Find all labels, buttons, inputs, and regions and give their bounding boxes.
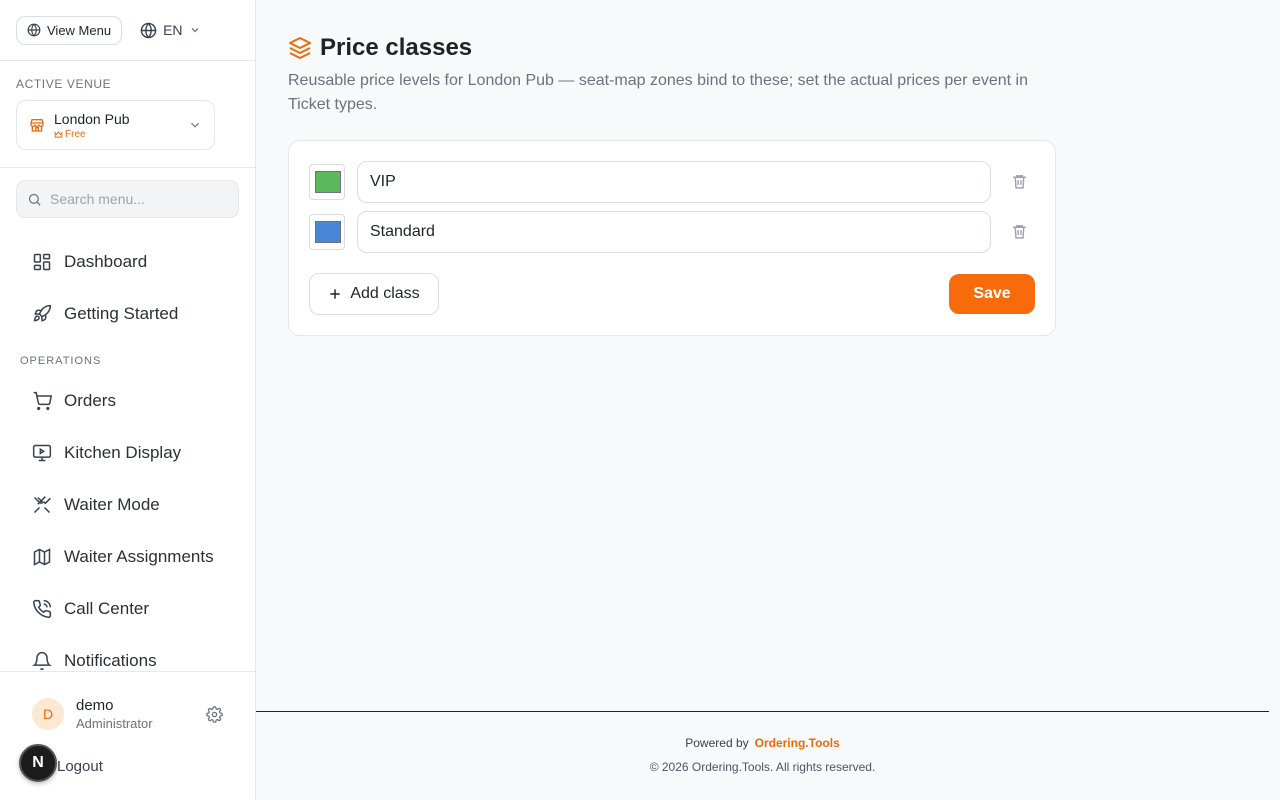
sidebar-item-call-center[interactable]: Call Center: [16, 587, 240, 631]
bell-icon: [32, 651, 52, 671]
trash-icon[interactable]: [1011, 173, 1028, 190]
price-class-row: [309, 211, 1039, 253]
sidebar-item-label: Notifications: [64, 651, 157, 670]
chevron-down-icon: [191, 122, 199, 128]
sidebar-item-label: Orders: [64, 391, 116, 410]
active-venue-label: ACTIVE VENUE: [16, 77, 112, 91]
price-class-row: [309, 161, 1039, 203]
sidebar-header: View Menu EN: [0, 0, 255, 61]
powered-by-label: Powered by: [685, 736, 749, 750]
copyright-text: © 2026 Ordering.Tools. All rights reserv…: [649, 760, 876, 774]
chevron-down-icon: [191, 28, 198, 33]
add-class-label: Add class: [350, 285, 420, 302]
class-name-input[interactable]: [357, 211, 991, 253]
brand-link[interactable]: Ordering.Tools: [755, 736, 840, 750]
page-title: Price classes: [320, 34, 473, 61]
save-button[interactable]: Save: [949, 274, 1035, 314]
add-class-button[interactable]: Add class: [309, 273, 439, 315]
search-icon: [28, 193, 41, 206]
sidebar-item-waiter-assignments[interactable]: Waiter Assignments: [16, 535, 240, 579]
color-picker[interactable]: [309, 164, 345, 200]
sidebar-item-label: Waiter Mode: [64, 495, 160, 514]
class-name-input[interactable]: [357, 161, 991, 203]
venue-plan-badge: Free: [54, 129, 130, 140]
sidebar-item-label: Getting Started: [64, 304, 179, 323]
sidebar: View Menu EN ACTIVE VENUE London Pub Fre…: [0, 0, 256, 800]
plus-icon: [330, 289, 340, 299]
rocket-icon: [33, 304, 52, 322]
sidebar-item-dashboard[interactable]: Dashboard: [16, 240, 240, 284]
sidebar-item-orders[interactable]: Orders: [16, 379, 240, 423]
trash-icon[interactable]: [1011, 223, 1028, 240]
sidebar-search: [16, 180, 239, 218]
sidebar-item-kitchen-display[interactable]: Kitchen Display: [16, 431, 240, 475]
utensils-crossed-icon: [33, 496, 51, 514]
language-selector[interactable]: EN: [140, 22, 200, 39]
view-menu-label: View Menu: [47, 22, 112, 38]
user-role: Administrator: [76, 716, 153, 731]
sidebar-item-label: Call Center: [64, 599, 150, 618]
color-swatch-fill: [315, 221, 341, 243]
user-name: demo: [76, 697, 114, 714]
active-venue-section: ACTIVE VENUE London Pub Free: [0, 61, 255, 168]
color-picker[interactable]: [309, 214, 345, 250]
sidebar-item-label: Waiter Assignments: [64, 547, 214, 566]
price-classes-card: Add class Save: [288, 140, 1056, 336]
footer-divider: [256, 711, 1269, 712]
dev-tools-badge[interactable]: N: [19, 744, 57, 782]
page-header: Price classes: [288, 34, 472, 62]
user-panel: D demo Administrator Logout N: [0, 671, 255, 800]
map-icon: [33, 548, 51, 566]
layers-icon: [289, 37, 311, 59]
language-label: EN: [163, 22, 183, 38]
venue-selector[interactable]: London Pub Free: [16, 100, 215, 150]
logout-button[interactable]: Logout: [57, 758, 103, 775]
crown-icon: [54, 130, 63, 138]
color-swatch-fill: [315, 171, 341, 193]
store-icon: [30, 119, 44, 132]
powered-by-line: Powered by Ordering.Tools: [256, 736, 1269, 750]
cart-icon: [33, 391, 52, 411]
page-description: Reusable price levels for London Pub — s…: [288, 72, 1028, 113]
search-input[interactable]: [50, 191, 230, 207]
avatar: D: [32, 698, 64, 730]
gear-icon[interactable]: [206, 706, 223, 723]
sidebar-item-getting-started[interactable]: Getting Started: [16, 292, 240, 336]
operations-section-label: OPERATIONS: [20, 355, 102, 367]
globe-icon: [27, 23, 41, 37]
monitor-play-icon: [32, 444, 52, 462]
venue-plan-label: Free: [65, 128, 86, 140]
globe-icon: [140, 22, 157, 38]
dashboard-icon: [33, 253, 51, 271]
sidebar-item-label: Dashboard: [64, 252, 148, 271]
sidebar-item-waiter-mode[interactable]: Waiter Mode: [16, 483, 240, 527]
sidebar-item-label: Kitchen Display: [64, 443, 182, 462]
view-menu-button[interactable]: View Menu: [16, 15, 123, 45]
venue-name: London Pub: [54, 110, 130, 127]
phone-call-icon: [33, 599, 52, 618]
